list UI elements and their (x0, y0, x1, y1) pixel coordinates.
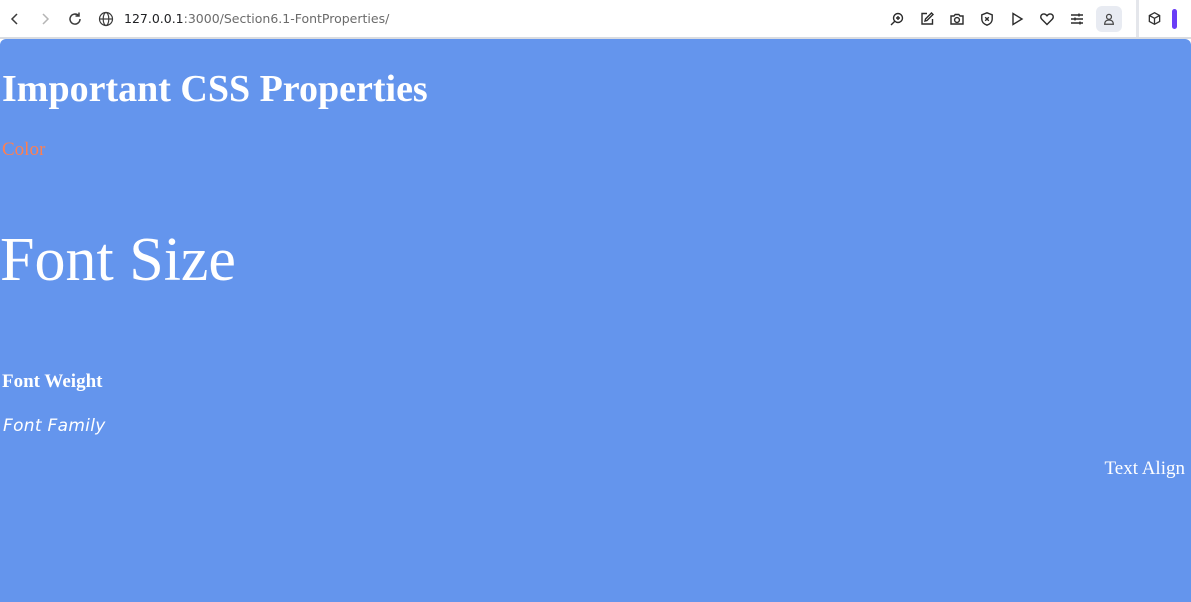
extension-cube-icon[interactable] (1147, 11, 1162, 26)
camera-icon (950, 13, 964, 25)
reload-button[interactable] (60, 4, 90, 34)
profile-icon (1104, 13, 1114, 25)
edit-button[interactable] (912, 4, 942, 34)
zoom-icon (890, 12, 904, 25)
settings-button[interactable] (1062, 4, 1092, 34)
extensions-area (1139, 0, 1191, 37)
heart-icon (1040, 12, 1054, 25)
font-size-demo-text: Font Size (0, 226, 236, 294)
edit-icon (921, 11, 934, 25)
sidebar-accent-indicator (1172, 8, 1177, 29)
font-family-demo-text: Font Family (3, 416, 106, 436)
address-bar[interactable]: 127.0.0.1:3000/Section6.1-FontProperties… (98, 4, 882, 34)
back-button[interactable] (0, 4, 30, 34)
text-align-demo-text: Text Align (1104, 458, 1185, 479)
sliders-icon (1071, 13, 1083, 24)
shield-button[interactable] (972, 4, 1002, 34)
toolbar-icons (882, 4, 1126, 34)
page-title: Important CSS Properties (2, 68, 428, 110)
shield-icon (981, 11, 993, 26)
globe-icon (98, 11, 114, 26)
font-weight-demo-text: Font Weight (2, 371, 103, 392)
url-text[interactable]: 127.0.0.1:3000/Section6.1-FontProperties… (124, 11, 389, 26)
url-path: :3000/Section6.1-FontProperties/ (183, 11, 390, 26)
forward-button[interactable] (30, 4, 60, 34)
play-icon (1012, 11, 1024, 26)
reload-icon (69, 12, 81, 25)
screenshot-button[interactable] (942, 4, 972, 34)
play-button[interactable] (1002, 4, 1032, 34)
page-viewport: Important CSS Properties Color Font Size… (0, 39, 1191, 602)
browser-toolbar: 127.0.0.1:3000/Section6.1-FontProperties… (0, 0, 1191, 37)
favorite-button[interactable] (1032, 4, 1062, 34)
chevron-right-icon (42, 12, 50, 25)
chevron-left-icon (10, 12, 18, 25)
profile-button[interactable] (1096, 5, 1122, 32)
zoom-button[interactable] (882, 4, 912, 34)
color-demo-text: Color (2, 139, 46, 160)
url-host: 127.0.0.1 (124, 11, 184, 26)
